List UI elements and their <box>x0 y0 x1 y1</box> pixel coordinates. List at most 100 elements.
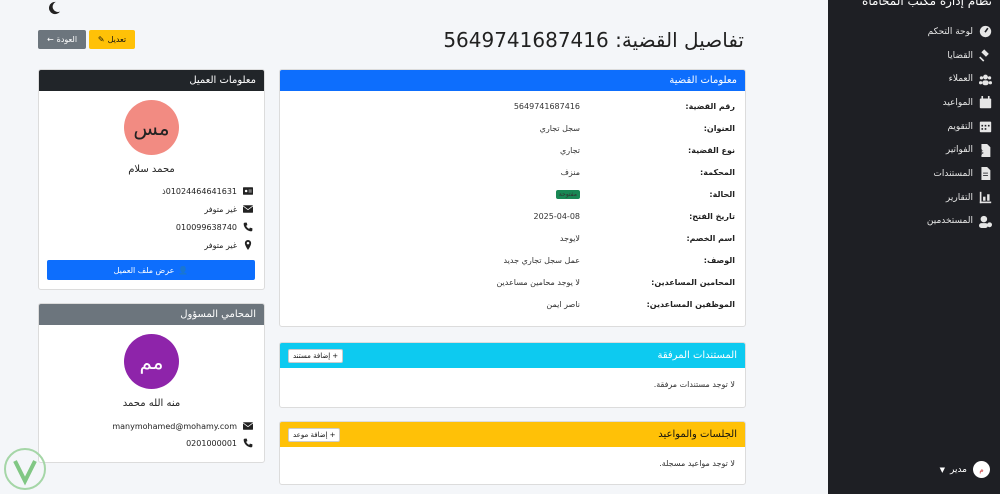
case-info-row: الوصف: عمل سجل تجاري جديد <box>280 249 745 271</box>
case-info-value: منزف <box>560 167 580 177</box>
user-cog-icon <box>978 214 992 228</box>
document-icon <box>978 167 992 181</box>
case-info-label: رقم القضية: <box>685 101 735 111</box>
sidebar-item-label: الفواتير <box>945 145 973 156</box>
sidebar-item-label: المواعيد <box>942 97 973 108</box>
case-info-value: لا يوجد محامين مساعدين <box>496 277 580 287</box>
client-email-line: غير متوفر <box>39 204 264 214</box>
sidebar-item-label: المستندات <box>933 168 973 179</box>
case-info-row: العنوان: سجل تجاري <box>280 117 745 139</box>
edit-button[interactable]: ✎ تعديل <box>89 30 135 49</box>
user-icon: 👤 <box>178 265 189 275</box>
case-info-value: عمل سجل تجاري جديد <box>503 255 580 265</box>
chart-icon <box>978 191 992 205</box>
invoice-icon: $ <box>978 143 992 157</box>
case-info-value: 5649741687416 <box>513 101 580 111</box>
sidebar: نظام إدارة مكتب المحاماة لوحة التحكم الق… <box>828 0 1000 494</box>
case-info-value: سجل تجاري <box>539 123 580 133</box>
case-info-value: تجاري <box>560 145 580 155</box>
case-info-label: اسم الخصم: <box>686 233 735 243</box>
client-id-line: 01024464641631ذ <box>39 186 264 196</box>
location-pin-icon <box>242 240 254 250</box>
lawyer-name: منه الله محمد <box>122 398 181 409</box>
edit-icon: ✎ <box>97 35 105 44</box>
sessions-empty-text: لا توجد مواعيد مسجلة. <box>659 459 735 468</box>
back-button[interactable]: ← العودة <box>38 30 86 49</box>
case-info-row: نوع القضية: تجاري <box>280 139 745 161</box>
client-address-line: غير متوفر <box>39 240 264 250</box>
sessions-card: الجلسات والمواعيد + إضافة موعد لا توجد مو… <box>279 421 746 485</box>
arrow-left-icon: ← <box>46 35 54 44</box>
case-info-header: معلومات القضية <box>280 70 745 91</box>
lawyer-email-line: manymohamed@mohamy.com <box>39 421 264 431</box>
case-info-row: رقم القضية: 5649741687416 <box>280 95 745 117</box>
client-card: معلومات العميل مس محمد سلام 010244646416… <box>38 69 265 290</box>
envelope-icon <box>242 204 254 214</box>
case-info-label: الموظفين المساعدين: <box>646 299 735 309</box>
sidebar-item-calendar[interactable]: التقويم <box>828 115 1000 139</box>
client-phone-line: 010099638740 <box>39 222 264 232</box>
client-name: محمد سلام <box>128 164 175 175</box>
user-menu[interactable]: م مدير ▼ <box>940 461 990 478</box>
watermark-logo <box>3 447 47 491</box>
sidebar-item-appointments[interactable]: المواعيد <box>828 91 1000 115</box>
case-info-row: تاريخ الفتح: 2025-04-08 <box>280 205 745 227</box>
sidebar-item-label: التقويم <box>947 121 973 132</box>
case-info-label: الوصف: <box>703 255 735 265</box>
sidebar-item-label: العملاء <box>948 74 973 85</box>
calendar-grid-icon <box>978 120 992 134</box>
view-client-file-button[interactable]: 👤 عرض ملف العميل <box>47 260 255 280</box>
status-badge: مفتوحة <box>555 189 580 199</box>
add-appointment-button[interactable]: + إضافة موعد <box>288 427 341 442</box>
brand-title: نظام إدارة مكتب المحاماة <box>862 0 992 8</box>
plus-icon: + <box>329 430 336 439</box>
case-info-label: نوع القضية: <box>688 145 735 155</box>
case-info-label: الحالة: <box>709 189 735 199</box>
lawyer-avatar: مم <box>124 334 179 389</box>
caret-down-icon: ▼ <box>939 465 945 474</box>
dashboard-icon <box>978 25 992 39</box>
client-avatar: مس <box>124 100 179 155</box>
sidebar-item-clients[interactable]: العملاء <box>828 67 1000 91</box>
documents-card: المستندات المرفقة + إضافة مستند لا توجد م… <box>279 342 746 408</box>
sidebar-item-cases[interactable]: القضايا <box>828 44 1000 68</box>
case-info-row: الحالة: مفتوحة <box>280 183 745 205</box>
svg-text:$: $ <box>979 148 983 156</box>
case-info-value: ناصر ايمن <box>546 299 580 309</box>
gavel-icon <box>978 49 992 63</box>
envelope-icon <box>242 421 254 431</box>
case-info-card: معلومات القضية رقم القضية: 5649741687416 ا… <box>279 69 746 327</box>
calendar-icon <box>978 96 992 110</box>
plus-icon: + <box>332 351 339 360</box>
sidebar-item-invoices[interactable]: $ الفواتير <box>828 138 1000 162</box>
users-icon <box>978 72 992 86</box>
case-info-value: لايوجد <box>559 233 580 243</box>
sidebar-item-label: لوحة التحكم <box>927 26 973 37</box>
case-info-label: المحكمة: <box>700 167 735 177</box>
page-title: تفاصيل القضية: 5649741687416 <box>443 28 744 52</box>
id-card-icon <box>242 186 254 196</box>
lawyer-header: المحامي المسؤول <box>39 304 264 325</box>
case-info-row: المحامين المساعدين: لا يوجد محامين مساعدي… <box>280 271 745 293</box>
sidebar-item-label: التقارير <box>945 192 973 203</box>
case-info-value: 2025-04-08 <box>533 211 581 221</box>
moon-icon[interactable] <box>47 0 61 15</box>
avatar: م <box>973 461 990 478</box>
sidebar-nav: لوحة التحكم القضايا العملاء المواعيد الت… <box>828 20 1000 233</box>
sidebar-item-reports[interactable]: التقارير <box>828 186 1000 210</box>
add-document-button[interactable]: + إضافة مستند <box>288 348 344 363</box>
sidebar-item-label: المستخدمين <box>926 216 973 227</box>
sidebar-item-documents[interactable]: المستندات <box>828 162 1000 186</box>
sidebar-item-label: القضايا <box>947 50 973 61</box>
client-header: معلومات العميل <box>39 70 264 91</box>
documents-header: المستندات المرفقة + إضافة مستند <box>280 343 745 368</box>
documents-empty-text: لا توجد مستندات مرفقة. <box>653 380 735 389</box>
sidebar-item-dashboard[interactable]: لوحة التحكم <box>828 20 1000 44</box>
user-name: مدير <box>949 464 967 475</box>
case-info-rows: رقم القضية: 5649741687416 العنوان: سجل تجار… <box>280 91 745 315</box>
sessions-header: الجلسات والمواعيد + إضافة موعد <box>280 422 745 447</box>
sidebar-item-users[interactable]: المستخدمين <box>828 210 1000 234</box>
lawyer-card: المحامي المسؤول مم منه الله محمد manymoh… <box>38 303 265 463</box>
phone-icon <box>242 438 254 448</box>
case-info-row: اسم الخصم: لايوجد <box>280 227 745 249</box>
